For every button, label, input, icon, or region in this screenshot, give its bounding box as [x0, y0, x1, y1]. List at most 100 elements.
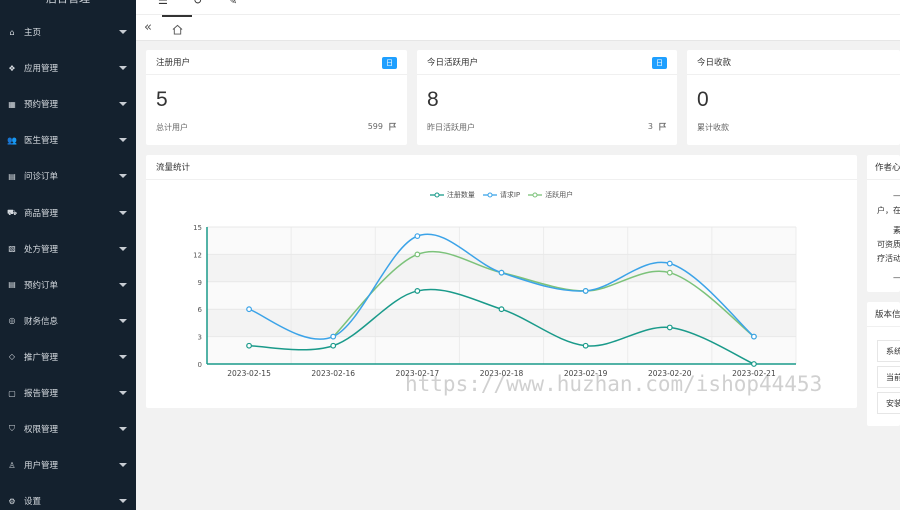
- y-tick-label: 3: [198, 334, 202, 342]
- sidebar-item[interactable]: ◎ 财务信息: [0, 309, 136, 333]
- data-point[interactable]: [414, 288, 421, 294]
- card-title: 今日活跃用户: [427, 58, 479, 68]
- sidebar-item[interactable]: ▤ 预约订单: [0, 273, 136, 297]
- top-header: ☰ ↻ ✎: [136, 0, 900, 14]
- card-title: 作者心: [875, 163, 900, 173]
- sidebar-item-label: 预约订单: [24, 280, 59, 291]
- sidebar-item[interactable]: ▢ 报告管理: [0, 381, 136, 405]
- stat-card-income: 今日收款 0 累计收款: [687, 50, 900, 145]
- traffic-chart-card: 流量统计 注册数量 请求IP 活跃用户 0 3 6 9 12 15 2023-02-15 2023…: [146, 155, 857, 408]
- stat-card-active: 今日活跃用户 日 8 昨日活跃用户 3: [417, 50, 677, 145]
- data-point[interactable]: [414, 251, 421, 258]
- chevron-down-icon: [119, 246, 127, 251]
- y-tick-label: 12: [193, 251, 202, 259]
- author-text-line: —: [893, 273, 900, 282]
- version-row: 安装: [877, 392, 900, 414]
- gear-icon: ⚙: [8, 496, 16, 506]
- sidebar-item-label: 报告管理: [24, 389, 59, 399]
- chevron-down-icon: [119, 174, 127, 179]
- chevron-down-icon: [119, 282, 127, 287]
- notification-icon[interactable]: ✎: [228, 0, 237, 7]
- chevron-down-icon: [119, 463, 127, 468]
- sidebar-item[interactable]: ▦ 预约管理: [0, 92, 136, 116]
- sidebar-item-label: 医生管理: [24, 136, 59, 147]
- version-card: 版本信 系统 当前 安装: [867, 302, 900, 426]
- y-tick-label: 6: [198, 306, 203, 314]
- sidebar-item[interactable]: ⛉ 权限管理: [0, 417, 136, 441]
- flag-icon: [389, 122, 397, 131]
- menu-toggle-icon[interactable]: ☰: [158, 0, 168, 7]
- data-point[interactable]: [246, 306, 252, 313]
- calendar-icon: ▦: [8, 99, 16, 109]
- app-logo: 后台管理: [0, 0, 136, 8]
- data-point[interactable]: [246, 342, 252, 349]
- sidebar-item[interactable]: ♙ 用户管理: [0, 453, 136, 477]
- sidebar-item-label: 问诊订单: [24, 172, 59, 183]
- card-title: 版本信: [875, 310, 900, 320]
- apps-icon: ❖: [8, 63, 16, 73]
- sidebar-item[interactable]: ⌂ 主页: [0, 20, 136, 44]
- tab-bar: «: [136, 14, 900, 41]
- author-text-line: 可资质: [877, 240, 900, 249]
- sidebar-item[interactable]: ▧ 处方管理: [0, 237, 136, 261]
- sidebar: 后台管理 ⌂ 主页 ❖ 应用管理 ▦ 预约管理 👥 医生管理 ▤ 问诊订单 ⛟ 商品管理 ▧ 处方管理 ▤ 预…: [0, 0, 136, 510]
- sidebar-item[interactable]: ▤ 问诊订单: [0, 164, 136, 188]
- refresh-icon[interactable]: ↻: [193, 0, 202, 7]
- data-point[interactable]: [498, 306, 505, 313]
- data-point[interactable]: [666, 324, 673, 331]
- watermark-text: https://www.huzhan.com/ishop44453: [405, 372, 823, 396]
- sidebar-item-label: 设置: [24, 497, 42, 508]
- data-point[interactable]: [751, 333, 757, 340]
- data-point[interactable]: [582, 288, 589, 294]
- report-icon: ▢: [8, 388, 16, 398]
- document-icon: ▤: [8, 171, 16, 181]
- sidebar-item[interactable]: ◇ 推广管理: [0, 345, 136, 369]
- sidebar-item[interactable]: ⛟ 商品管理: [0, 201, 136, 225]
- finance-icon: ◎: [8, 316, 16, 326]
- data-point[interactable]: [330, 342, 337, 349]
- prescription-icon: ▧: [8, 244, 16, 254]
- stat-foot-label: 昨日活跃用户: [427, 123, 475, 132]
- data-point[interactable]: [666, 269, 673, 276]
- home-icon: ⌂: [9, 27, 15, 37]
- y-tick-label: 15: [193, 224, 202, 232]
- sidebar-item-label: 商品管理: [24, 208, 59, 219]
- chevron-down-icon: [119, 102, 127, 107]
- version-row: 当前: [877, 366, 900, 388]
- data-point[interactable]: [498, 269, 505, 276]
- author-text-line: —: [893, 191, 900, 200]
- period-badge[interactable]: 日: [652, 57, 667, 69]
- author-text-line: 户，在: [877, 206, 900, 215]
- sidebar-item-label: 处方管理: [24, 244, 59, 255]
- users-icon: 👥: [7, 135, 17, 145]
- card-title: 今日收款: [697, 58, 732, 68]
- user-icon: ♙: [8, 460, 16, 470]
- sidebar-item-label: 推广管理: [24, 352, 59, 363]
- period-badge[interactable]: 日: [382, 57, 397, 69]
- data-point[interactable]: [751, 361, 757, 367]
- chevron-down-icon: [119, 499, 127, 504]
- stat-card-registered: 注册用户 日 5 总计用户 599: [146, 50, 407, 145]
- sidebar-item-label: 预约管理: [24, 100, 59, 111]
- data-point[interactable]: [330, 333, 337, 340]
- sidebar-item-label: 权限管理: [24, 425, 59, 436]
- chevron-down-icon: [119, 66, 127, 71]
- data-point[interactable]: [582, 342, 589, 349]
- sidebar-item[interactable]: ❖ 应用管理: [0, 56, 136, 80]
- y-tick-label: 0: [198, 361, 202, 369]
- grid-band: [207, 227, 796, 255]
- version-row: 系统: [877, 340, 900, 362]
- author-text-line: 疗活动: [877, 254, 900, 263]
- tab-home[interactable]: [162, 15, 192, 41]
- stat-foot-value: 3: [647, 122, 653, 131]
- diamond-icon: ◇: [8, 352, 16, 362]
- data-point[interactable]: [666, 260, 673, 267]
- grid-band: [207, 254, 796, 282]
- sidebar-item[interactable]: ⚙ 设置: [0, 489, 136, 510]
- x-tick-label: 2023-02-16: [311, 369, 355, 378]
- sidebar-item[interactable]: 👥 医生管理: [0, 128, 136, 152]
- stat-value: 0: [697, 88, 709, 111]
- cart-icon: ⛟: [6, 207, 18, 217]
- tabs-scroll-left-icon[interactable]: «: [144, 20, 152, 35]
- data-point[interactable]: [414, 233, 421, 240]
